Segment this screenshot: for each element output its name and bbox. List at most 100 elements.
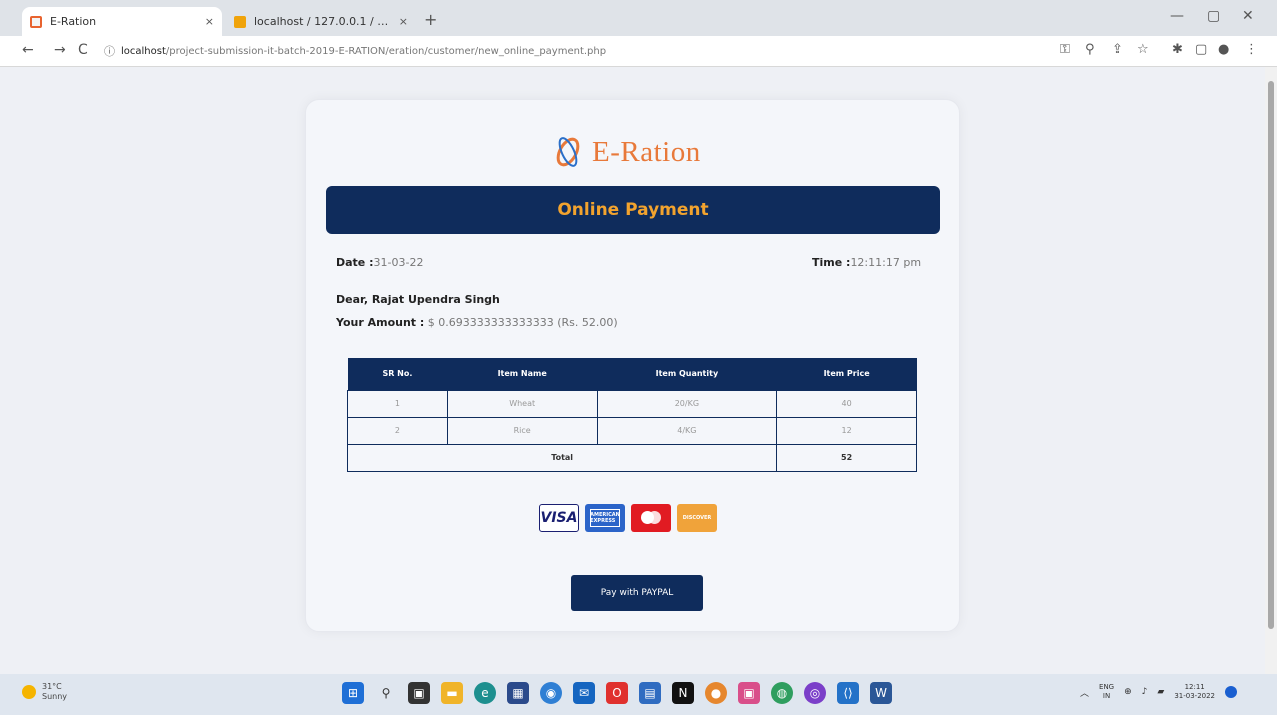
netflix-icon[interactable]: N (672, 682, 694, 704)
page-viewport: E-Ration Online Payment Date :31-03-22 T… (0, 67, 1265, 674)
col-qty: Item Quantity (597, 358, 777, 390)
zoom-icon[interactable]: ⚲ (1085, 42, 1095, 57)
eration-logo-icon (556, 137, 580, 167)
lang-top: ENG (1099, 683, 1115, 691)
weather-widget[interactable]: 31°C Sunny (22, 682, 67, 702)
tab-title: E-Ration (50, 15, 97, 28)
windows-taskbar: 31°C Sunny ⊞ ⚲ ▣ ▬ e ▦ ◉ ✉ O ▤ N ● ▣ ◍ ◎… (0, 674, 1277, 715)
page-scrollbar[interactable] (1265, 67, 1277, 674)
podcast-icon[interactable]: ◎ (804, 682, 826, 704)
time-info: Time :12:11:17 pm (812, 256, 921, 269)
amount-value: $ 0.693333333333333 (Rs. 52.00) (427, 316, 618, 329)
time-value: 12:11:17 pm (850, 256, 922, 269)
key-icon[interactable]: ⚿ (1060, 42, 1070, 57)
menu-kebab-icon[interactable]: ⋮ (1245, 42, 1258, 57)
cell-sr: 2 (347, 416, 448, 445)
tab-title: localhost / 127.0.0.1 / project (254, 15, 393, 28)
site-info-icon[interactable]: ⓘ (104, 43, 115, 59)
store-icon[interactable]: ▦ (507, 682, 529, 704)
taskbar-apps: ⊞ ⚲ ▣ ▬ e ▦ ◉ ✉ O ▤ N ● ▣ ◍ ◎ ⟨⟩ W (342, 682, 892, 704)
time-label: Time : (812, 256, 851, 269)
close-window-button[interactable]: ✕ (1242, 8, 1254, 24)
tab-eration[interactable]: E-Ration × (22, 7, 222, 36)
date-value: 31-03-22 (373, 256, 424, 269)
edge-icon[interactable]: e (474, 682, 496, 704)
volume-icon[interactable]: ♪ (1142, 687, 1148, 697)
page-title: Online Payment (326, 186, 940, 234)
payment-methods: VISA AMERICAN EXPRESS DISCOVER (539, 504, 717, 532)
total-row: Total 52 (346, 443, 917, 472)
col-sr: SR No. (347, 358, 448, 390)
restore-button[interactable]: ▢ (1207, 8, 1220, 24)
col-price: Item Price (776, 358, 917, 390)
chrome-icon[interactable]: ◍ (771, 682, 793, 704)
battery-icon[interactable]: ▰ (1157, 687, 1164, 697)
discover-icon: DISCOVER (677, 504, 717, 532)
brand-logo: E-Ration (550, 135, 701, 169)
tab-phpmyadmin[interactable]: localhost / 127.0.0.1 / project × (226, 7, 416, 36)
cell-name: Wheat (446, 389, 598, 418)
weather-temp: 31°C (42, 682, 62, 691)
date-info: Date :31-03-22 (336, 256, 423, 269)
start-windows-icon[interactable]: ⊞ (342, 682, 364, 704)
share-icon[interactable]: ⇪ (1112, 42, 1123, 57)
table-row: 2 Rice 4/KG 12 (347, 416, 917, 445)
scrollbar-thumb[interactable] (1268, 81, 1274, 629)
amex-label: AMERICAN EXPRESS (590, 509, 620, 527)
network-icon[interactable]: ⊕ (1124, 687, 1132, 697)
extensions-icon[interactable]: ✱ (1172, 42, 1183, 57)
pay-with-paypal-button[interactable]: Pay with PAYPAL (571, 575, 703, 611)
system-tray: ︿ ENG IN ⊕ ♪ ▰ 12:11 31-03-2022 (1080, 683, 1238, 701)
clock-time: 12:11 (1184, 683, 1205, 691)
chrome-alt-icon[interactable]: ◉ (540, 682, 562, 704)
brand-name: E-Ration (592, 135, 701, 168)
back-button[interactable]: ← (22, 42, 34, 58)
cell-qty: 20/KG (596, 389, 778, 418)
browser-toolbar: ← → C ⓘ localhost /project-submission-it… (0, 36, 1277, 67)
new-tab-button[interactable]: + (424, 10, 437, 29)
file-explorer-icon[interactable]: ▬ (441, 682, 463, 704)
amount-label: Your Amount : (336, 316, 425, 329)
visa-icon: VISA (539, 504, 579, 532)
minimize-button[interactable]: — (1170, 8, 1184, 24)
col-name: Item Name (447, 358, 598, 390)
language-indicator[interactable]: ENG IN (1099, 683, 1114, 701)
task-view-icon[interactable]: ▣ (408, 682, 430, 704)
tab-close-icon[interactable]: × (399, 15, 408, 28)
chevron-up-icon[interactable]: ︿ (1080, 686, 1089, 699)
forward-button[interactable]: → (54, 42, 66, 58)
search-icon[interactable]: ⚲ (375, 682, 397, 704)
amount-info: Your Amount : $ 0.693333333333333 (Rs. 5… (336, 316, 618, 329)
cell-price: 12 (776, 416, 917, 445)
mail-icon[interactable]: ✉ (573, 682, 595, 704)
items-table: SR No. Item Name Item Quantity Item Pric… (346, 358, 917, 472)
phpmyadmin-favicon-icon (234, 15, 246, 28)
clock-date: 31-03-2022 (1174, 692, 1216, 700)
address-bar[interactable]: ⓘ localhost /project-submission-it-batch… (104, 40, 1034, 62)
sidepanel-icon[interactable]: ▢ (1195, 42, 1207, 57)
opera-icon[interactable]: O (606, 682, 628, 704)
table-row: 1 Wheat 20/KG 40 (347, 389, 917, 418)
photos-icon[interactable]: ▣ (738, 682, 760, 704)
lang-bottom: IN (1102, 692, 1111, 700)
mastercard-icon (631, 504, 671, 532)
vscode-icon[interactable]: ⟨⟩ (837, 682, 859, 704)
notification-icon[interactable] (1225, 686, 1238, 698)
cell-sr: 1 (347, 389, 448, 418)
eration-favicon-icon (30, 15, 42, 28)
total-value: 52 (776, 443, 917, 472)
bookmark-star-icon[interactable]: ☆ (1137, 42, 1149, 57)
date-label: Date : (336, 256, 374, 269)
table-header-row: SR No. Item Name Item Quantity Item Pric… (347, 358, 917, 390)
total-label: Total (346, 443, 778, 472)
profile-avatar-icon[interactable]: ● (1218, 42, 1229, 57)
word-icon[interactable]: W (870, 682, 892, 704)
browser-tab-strip: E-Ration × localhost / 127.0.0.1 / proje… (0, 0, 1277, 36)
amex-icon: AMERICAN EXPRESS (585, 504, 625, 532)
reload-button[interactable]: C (78, 42, 88, 58)
clock[interactable]: 12:11 31-03-2022 (1174, 683, 1215, 701)
paint-icon[interactable]: ● (705, 682, 727, 704)
greeting: Dear, Rajat Upendra Singh (336, 293, 500, 306)
xampp-icon[interactable]: ▤ (639, 682, 661, 704)
tab-close-icon[interactable]: × (205, 15, 214, 28)
